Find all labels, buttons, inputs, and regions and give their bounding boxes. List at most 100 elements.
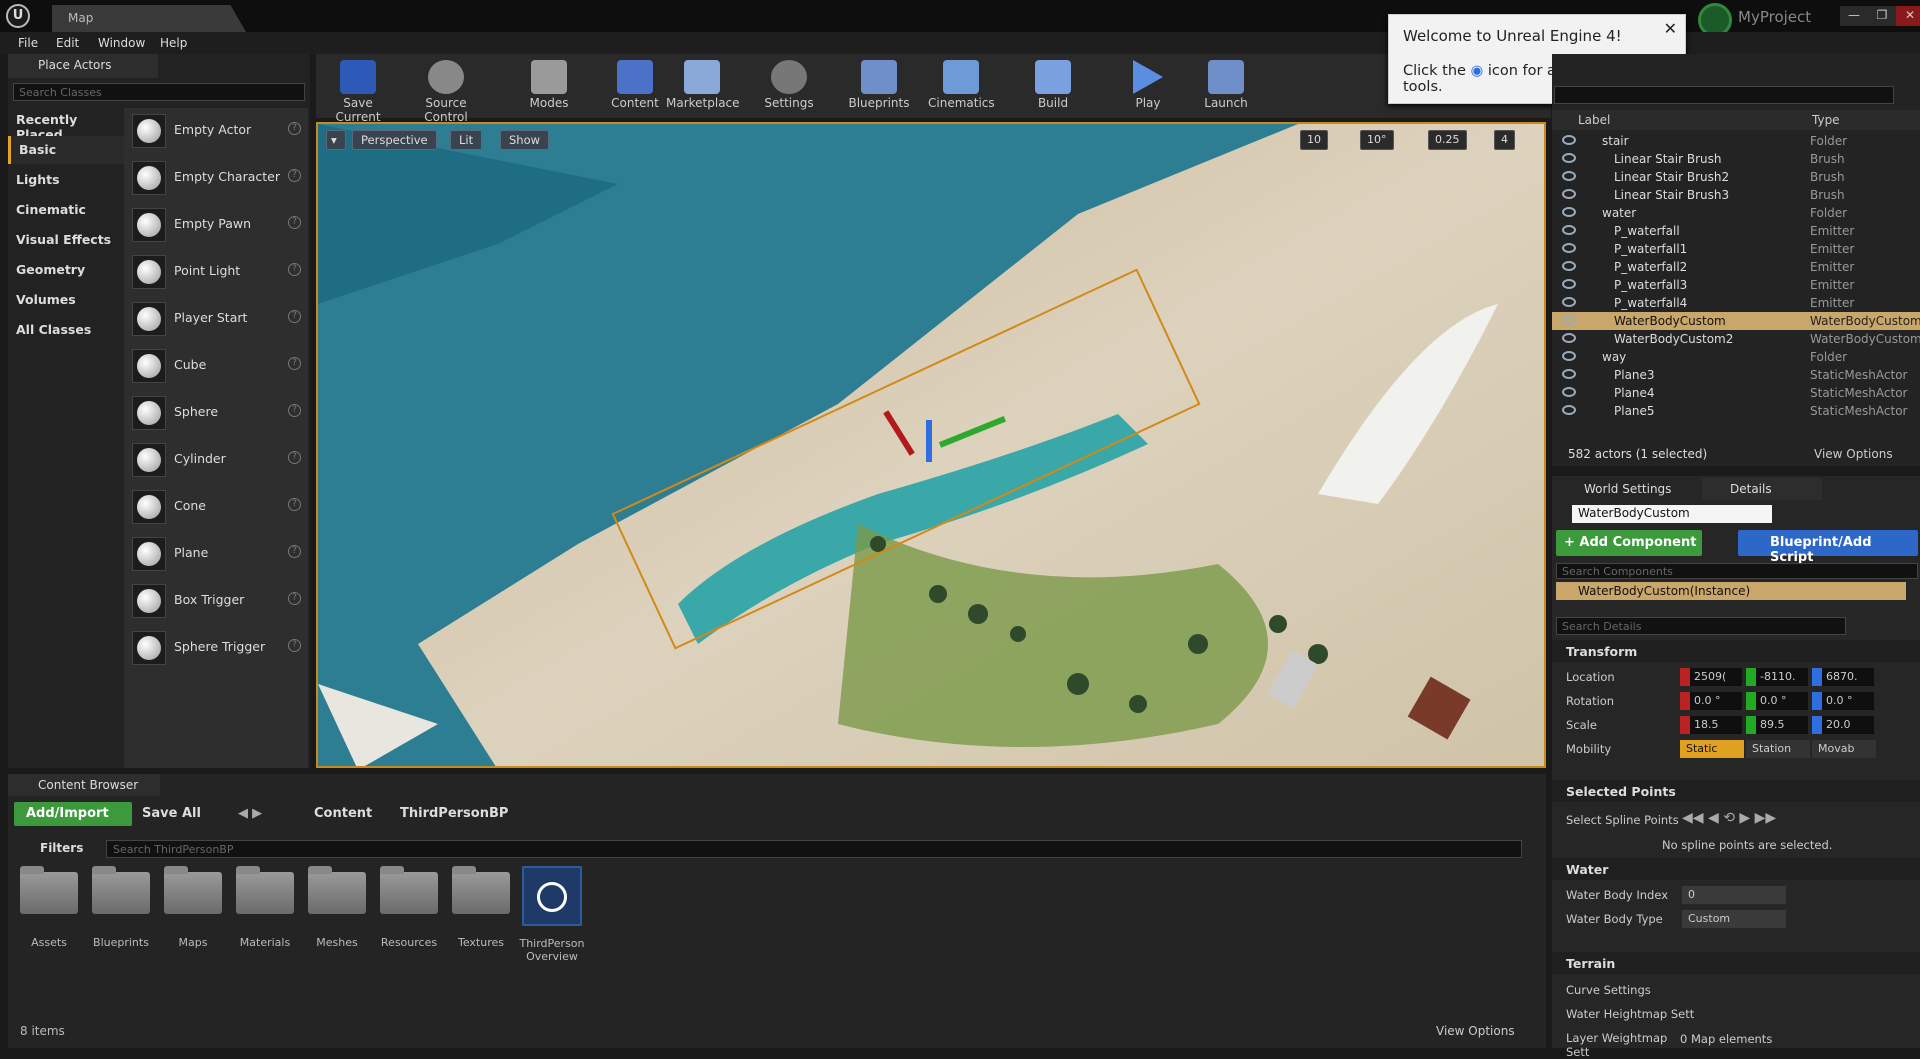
outliner-row[interactable]: P_waterfall3 Emitter [1552,276,1920,294]
help-icon[interactable]: ? [288,263,301,276]
visibility-eye-icon[interactable] [1562,135,1576,145]
outliner-row[interactable]: WaterBodyCustom WaterBodyCustom [1552,312,1920,330]
viewport-options-dropdown[interactable]: ▾ [326,130,346,150]
mobility-static-button[interactable]: Static [1680,740,1744,758]
actor-item[interactable]: Box Trigger? [128,580,308,622]
section-transform[interactable]: Transform [1552,640,1920,662]
visibility-eye-icon[interactable] [1562,315,1576,325]
help-icon[interactable]: ? [288,216,301,229]
visibility-eye-icon[interactable] [1562,297,1576,307]
save-all-button[interactable]: Save All [142,806,201,821]
visibility-eye-icon[interactable] [1562,279,1576,289]
blueprints-button[interactable]: Blueprints [846,56,912,118]
scale-y-input[interactable]: 89.5 [1746,716,1808,734]
scale-snap-value[interactable]: 0.25 [1428,130,1467,150]
visibility-eye-icon[interactable] [1562,387,1576,397]
help-icon[interactable]: ? [288,357,301,370]
actor-item[interactable]: Sphere? [128,392,308,434]
place-actors-tab[interactable]: Place Actors [8,54,158,78]
outliner-search-input[interactable] [1554,86,1894,104]
folder-assets[interactable]: Assets [20,866,78,949]
outliner-row[interactable]: Plane5 StaticMeshActor [1552,402,1920,420]
rotation-x-input[interactable]: 0.0 ° [1680,692,1742,710]
settings-button[interactable]: Settings [758,56,820,118]
search-classes-input[interactable]: Search Classes [13,83,305,101]
visibility-eye-icon[interactable] [1562,333,1576,343]
breadcrumb-content[interactable]: Content [314,806,372,821]
rotation-y-input[interactable]: 0.0 ° [1746,692,1808,710]
actor-item[interactable]: Cone? [128,486,308,528]
weightmap-settings-row[interactable]: Layer Weightmap Sett [1556,1028,1686,1059]
menu-file[interactable]: File [18,36,38,50]
lit-button[interactable]: Lit [450,130,483,150]
section-selected-points[interactable]: Selected Points [1552,780,1920,802]
visibility-eye-icon[interactable] [1562,351,1576,361]
actor-item[interactable]: Plane? [128,533,308,575]
scale-z-input[interactable]: 20.0 [1812,716,1874,734]
category-lights[interactable]: Lights [8,166,124,194]
actor-name-field[interactable]: WaterBodyCustom [1572,505,1772,523]
actor-item[interactable]: Empty Pawn? [128,204,308,246]
water-index-input[interactable]: 0 [1682,886,1786,904]
outliner-row[interactable]: stair Folder [1552,132,1920,150]
outliner-view-options[interactable]: View Options [1814,447,1893,461]
filters-button[interactable]: Filters [40,841,83,855]
search-details-input[interactable]: Search Details [1556,617,1846,635]
outliner-row[interactable]: P_waterfall Emitter [1552,222,1920,240]
actor-item[interactable]: Cylinder? [128,439,308,481]
outliner-row[interactable]: WaterBodyCustom2 WaterBodyCustom [1552,330,1920,348]
help-icon[interactable]: ? [288,404,301,417]
tab-world-settings[interactable]: World Settings [1556,478,1696,500]
help-icon[interactable]: ? [288,451,301,464]
save-current-button[interactable]: Save Current [320,56,396,124]
content-view-options[interactable]: View Options [1436,1024,1515,1038]
outliner-row[interactable]: P_waterfall2 Emitter [1552,258,1920,276]
add-component-button[interactable]: + Add Component [1556,530,1702,556]
location-x-input[interactable]: 2509( [1680,668,1742,686]
launch-button[interactable]: Launch [1198,56,1254,118]
actor-item[interactable]: Point Light? [128,251,308,293]
category-all-classes[interactable]: All Classes [8,316,124,344]
nav-arrows-icon[interactable]: ◀ ▶ [238,806,262,821]
column-type[interactable]: Type [1812,113,1840,127]
spline-point-nav-icons[interactable]: ◀◀ ◀ ⟲ ▶ ▶▶ [1682,810,1776,826]
breadcrumb-thirdpersonbp[interactable]: ThirdPersonBP [400,806,508,821]
rotation-label[interactable]: Rotation [1566,694,1614,708]
outliner-row[interactable]: P_waterfall1 Emitter [1552,240,1920,258]
section-terrain[interactable]: Terrain [1552,952,1920,974]
visibility-eye-icon[interactable] [1562,153,1576,163]
cinematics-button[interactable]: Cinematics [928,56,995,118]
location-z-input[interactable]: 6870. [1812,668,1874,686]
help-icon[interactable]: ? [288,592,301,605]
outliner-row[interactable]: Plane3 StaticMeshActor [1552,366,1920,384]
actor-item[interactable]: Cube? [128,345,308,387]
mobility-stationary-button[interactable]: Station [1746,740,1810,758]
modes-button[interactable]: Modes [518,56,580,118]
help-icon[interactable]: ? [288,498,301,511]
folder-maps[interactable]: Maps [164,866,222,949]
help-icon[interactable]: ? [288,169,301,182]
maximize-button[interactable]: ❐ [1868,6,1896,26]
category-volumes[interactable]: Volumes [8,286,124,314]
search-components-input[interactable]: Search Components [1556,563,1918,579]
help-icon[interactable]: ? [288,310,301,323]
help-icon[interactable]: ? [288,122,301,135]
curve-settings-row[interactable]: Curve Settings [1556,980,1756,1000]
visibility-eye-icon[interactable] [1562,225,1576,235]
category-basic[interactable]: Basic [8,136,124,164]
content-browser-tab[interactable]: Content Browser [8,774,160,796]
outliner-row[interactable]: Linear Stair Brush Brush [1552,150,1920,168]
help-icon[interactable]: ? [288,545,301,558]
content-button[interactable]: Content [604,56,666,118]
category-visual-effects[interactable]: Visual Effects [8,226,124,254]
folder-resources[interactable]: Resources [380,866,438,949]
outliner-row[interactable]: P_waterfall4 Emitter [1552,294,1920,312]
camera-speed-value[interactable]: 4 [1494,130,1515,150]
location-y-input[interactable]: -8110. [1746,668,1808,686]
category-recently-placed[interactable]: Recently Placed [8,106,124,142]
help-icon[interactable]: ? [288,639,301,652]
folder-textures[interactable]: Textures [452,866,510,949]
visibility-eye-icon[interactable] [1562,405,1576,415]
close-icon[interactable]: ✕ [1664,19,1677,38]
build-button[interactable]: Build [1028,56,1078,118]
